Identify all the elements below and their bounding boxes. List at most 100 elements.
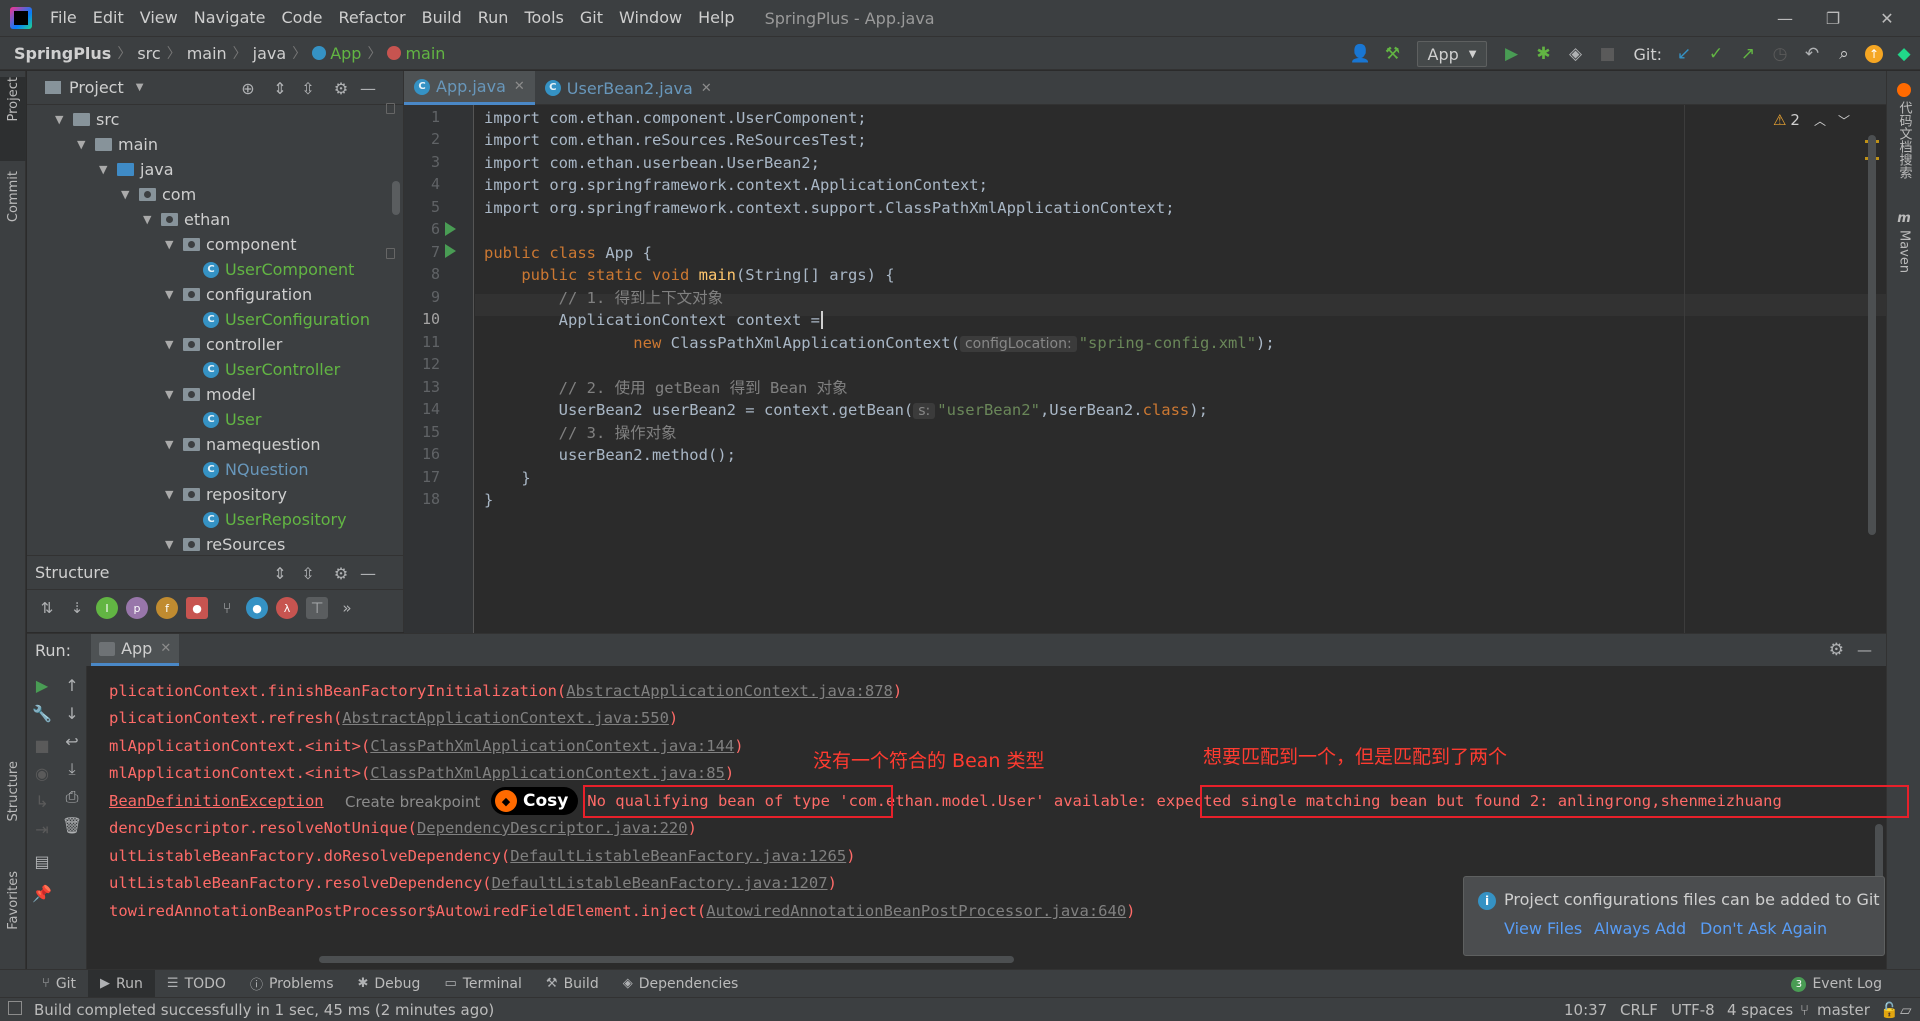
run-icon[interactable]: ▶ xyxy=(1500,43,1522,65)
stacktrace-link[interactable]: AbstractApplicationContext.java:878 xyxy=(566,682,893,700)
exit-icon[interactable]: ⇥ xyxy=(31,818,53,840)
stacktrace-link[interactable]: ClassPathXmlApplicationContext.java:85 xyxy=(370,764,725,782)
menu-edit[interactable]: Edit xyxy=(85,0,132,36)
chevron-down-icon[interactable]: ▼ xyxy=(99,163,113,176)
memory-icon[interactable]: ▱ xyxy=(1900,998,1912,1021)
git-push-icon[interactable]: ↗ xyxy=(1737,43,1759,65)
tool-debug[interactable]: ✱ Debug xyxy=(345,970,432,998)
stop-icon[interactable]: ■ xyxy=(1596,43,1618,65)
tree-node-java[interactable]: ▼ java xyxy=(99,157,174,182)
soft-wrap-icon[interactable]: ↩ xyxy=(61,730,83,752)
breadcrumb-method[interactable]: main xyxy=(383,44,449,63)
arrow-down-icon[interactable]: ↓ xyxy=(61,702,83,724)
stacktrace-link[interactable]: AutowiredAnnotationBeanPostProcessor.jav… xyxy=(706,902,1126,920)
non-public-icon[interactable]: ● xyxy=(186,597,208,619)
stacktrace-link[interactable]: DependencyDescriptor.java:220 xyxy=(417,819,688,837)
run-gutter-icon[interactable] xyxy=(445,244,456,258)
menu-window[interactable]: Window xyxy=(611,0,690,36)
chevron-down-icon[interactable]: ▼ xyxy=(165,538,179,551)
tool-build[interactable]: ⚒ Build xyxy=(534,970,611,998)
collapse-all-icon[interactable]: ⇳ xyxy=(297,77,319,99)
chevron-down-icon[interactable]: ▼ xyxy=(165,388,179,401)
chevron-down-icon[interactable]: ▼ xyxy=(121,188,135,201)
tool-terminal[interactable]: ▭ Terminal xyxy=(432,970,533,998)
chevron-down-icon[interactable]: ﹀ xyxy=(1838,112,1850,129)
run-tab-app[interactable]: App ✕ xyxy=(91,634,180,666)
tab-maven[interactable]: m Maven xyxy=(1891,211,1917,301)
expand-all-icon[interactable]: ⇕ xyxy=(269,77,291,99)
tree-node-controller[interactable]: ▼ controller xyxy=(165,332,282,357)
tool-git[interactable]: ⑂ Git xyxy=(30,970,88,998)
file-encoding[interactable]: UTF-8 xyxy=(1671,998,1715,1021)
lambda-icon[interactable]: λ xyxy=(276,597,298,619)
cosy-button[interactable]: ◆ Cosy xyxy=(491,787,579,815)
line-separator[interactable]: CRLF xyxy=(1620,998,1658,1021)
caret-position[interactable]: 10:37 xyxy=(1564,998,1607,1021)
tree-node-resources[interactable]: ▼ reSources xyxy=(165,532,285,555)
git-commit-icon[interactable]: ✓ xyxy=(1705,43,1727,65)
status-message[interactable]: Build completed successfully in 1 sec, 4… xyxy=(34,1001,494,1019)
close-window-button[interactable]: ✕ xyxy=(1862,0,1912,36)
inspection-widget[interactable]: ⚠ 2 ︿ ﹀ xyxy=(1773,111,1850,129)
breadcrumb-src[interactable]: src xyxy=(133,44,164,63)
tab-favorites[interactable]: Favorites xyxy=(0,871,26,963)
menu-help[interactable]: Help xyxy=(690,0,742,36)
minimize-button[interactable]: — xyxy=(1760,0,1810,36)
stacktrace-link[interactable]: DefaultListableBeanFactory.java:1265 xyxy=(510,847,846,865)
hide-icon[interactable]: — xyxy=(357,562,379,584)
sort-alpha-icon[interactable]: ⇣ xyxy=(66,597,88,619)
breadcrumb-app[interactable]: App xyxy=(308,44,365,63)
print-icon[interactable]: ⎙ xyxy=(61,786,83,808)
menu-refactor[interactable]: Refactor xyxy=(330,0,413,36)
run-config-select[interactable]: App ▼ xyxy=(1416,41,1488,67)
stacktrace-link[interactable]: ClassPathXmlApplicationContext.java:144 xyxy=(370,737,734,755)
trash-icon[interactable]: 🗑 xyxy=(61,814,83,836)
chevron-down-icon[interactable]: ▼ xyxy=(143,213,157,226)
chevron-down-icon[interactable]: ▼ xyxy=(165,338,179,351)
tree-node-namequestion[interactable]: ▼ namequestion xyxy=(165,432,321,457)
tree-node-nquestion[interactable]: C NQuestion xyxy=(203,457,309,482)
autoscroll-icon[interactable]: ⊤ xyxy=(306,597,328,619)
wrench-icon[interactable]: 🔧 xyxy=(31,702,53,724)
tab-app-java[interactable]: C App.java ✕ xyxy=(404,71,535,105)
chevron-down-icon[interactable]: ▼ xyxy=(136,82,144,93)
tool-run[interactable]: ▶ Run xyxy=(88,969,155,998)
chevron-down-icon[interactable]: ▼ xyxy=(165,238,179,251)
tool-dependencies[interactable]: ◈ Dependencies xyxy=(611,970,751,998)
expand-all-icon[interactable]: ⇕ xyxy=(269,562,291,584)
gear-icon[interactable]: ⚙ xyxy=(1829,640,1844,660)
stop-icon[interactable]: ■ xyxy=(31,734,53,756)
restore-layout-icon[interactable]: ↳ xyxy=(31,790,53,812)
menu-view[interactable]: View xyxy=(132,0,186,36)
menu-code[interactable]: Code xyxy=(274,0,331,36)
editor-scrollbar[interactable] xyxy=(1868,135,1876,535)
inherited-icon[interactable]: I xyxy=(96,597,118,619)
collapse-all-icon[interactable]: ⇳ xyxy=(297,562,319,584)
always-add-link[interactable]: Always Add xyxy=(1594,919,1686,938)
locate-icon[interactable]: ⊕ xyxy=(237,77,259,99)
menu-run[interactable]: Run xyxy=(470,0,517,36)
close-icon[interactable]: ✕ xyxy=(701,81,712,96)
git-update-icon[interactable]: ↙ xyxy=(1673,43,1695,65)
sort-visibility-icon[interactable]: ⇅ xyxy=(36,597,58,619)
tree-node-configuration[interactable]: ▼ configuration xyxy=(165,282,312,307)
menu-build[interactable]: Build xyxy=(414,0,470,36)
hierarchy-icon[interactable]: ⑂ xyxy=(216,597,238,619)
stacktrace-link[interactable]: AbstractApplicationContext.java:550 xyxy=(342,709,669,727)
user-icon[interactable]: 👤 xyxy=(1350,43,1372,65)
breadcrumb-java[interactable]: java xyxy=(249,44,291,63)
update-icon[interactable]: ↑ xyxy=(1865,45,1883,63)
dont-ask-again-link[interactable]: Don't Ask Again xyxy=(1700,919,1827,938)
fold-icon[interactable] xyxy=(386,103,395,114)
properties-icon[interactable]: p xyxy=(126,597,148,619)
anonymous-icon[interactable]: ● xyxy=(246,597,268,619)
tool-problems[interactable]: ⓘ Problems xyxy=(238,970,346,998)
menu-tools[interactable]: Tools xyxy=(516,0,571,36)
lock-icon[interactable]: 🔓 xyxy=(1880,998,1899,1021)
search-icon[interactable]: ⌕ xyxy=(1833,43,1855,65)
gear-icon[interactable]: ⚙ xyxy=(330,562,352,584)
tree-node-com[interactable]: ▼ com xyxy=(121,182,196,207)
menu-file[interactable]: File xyxy=(42,0,85,36)
fields-icon[interactable]: f xyxy=(156,597,178,619)
rerun-icon[interactable]: ▶ xyxy=(31,674,53,696)
